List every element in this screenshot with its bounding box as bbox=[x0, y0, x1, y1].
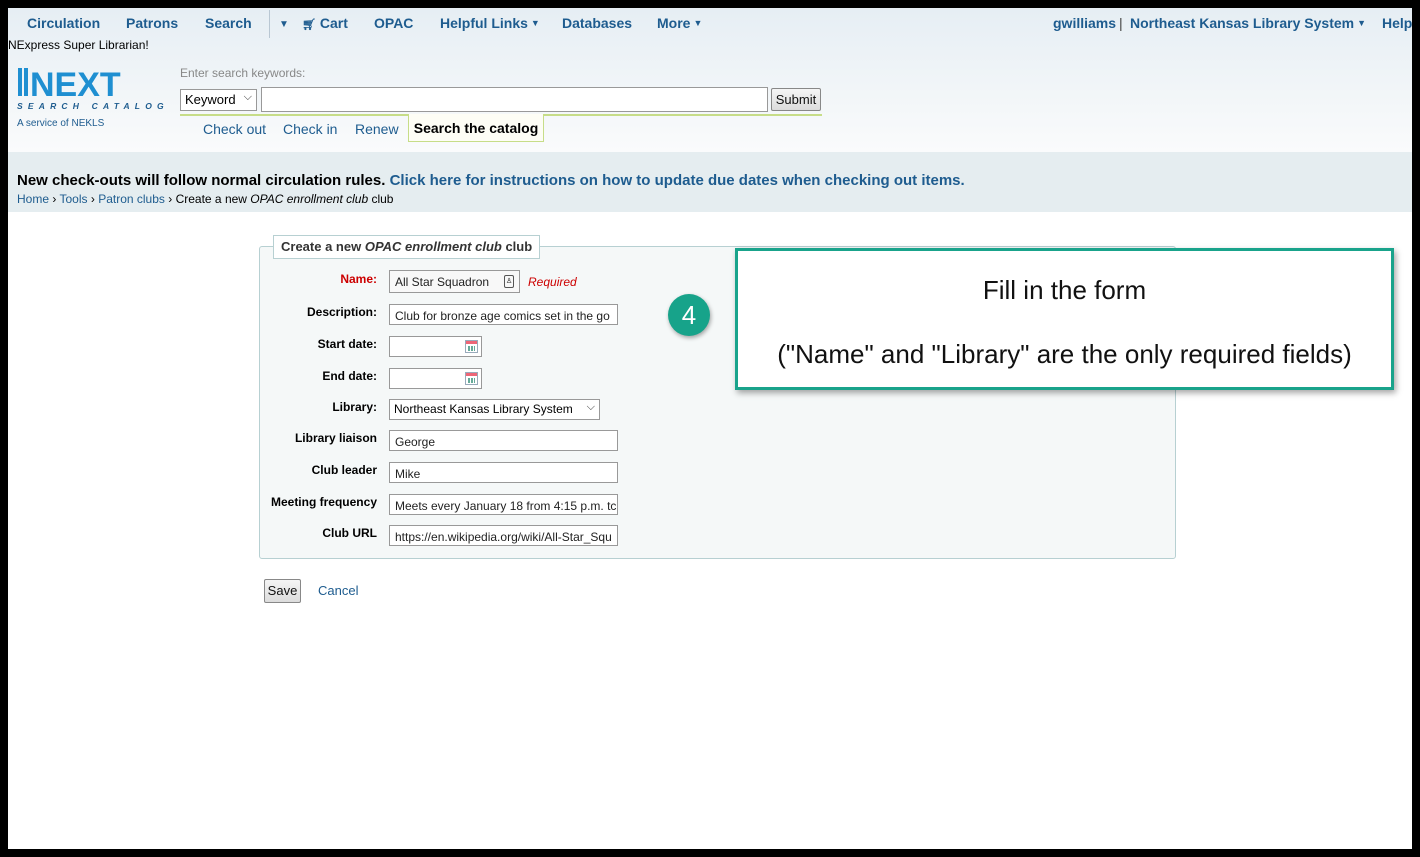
chevron-down-icon: ⌵ bbox=[243, 91, 252, 103]
breadcrumb-patron-clubs[interactable]: Patron clubs bbox=[98, 192, 165, 206]
end-date-field[interactable] bbox=[389, 368, 482, 389]
club-url-label: Club URL bbox=[322, 526, 377, 540]
contact-card-icon: ♙ bbox=[504, 275, 514, 288]
nav-opac[interactable]: OPAC bbox=[374, 15, 413, 31]
callout-detail: ("Name" and "Library" are the only requi… bbox=[777, 339, 1352, 369]
description-field[interactable]: Club for bronze age comics set in the go bbox=[389, 304, 618, 325]
notice-bar: New check-outs will follow normal circul… bbox=[8, 152, 1412, 212]
save-button[interactable]: Save bbox=[264, 579, 301, 603]
nav-user[interactable]: gwilliams bbox=[1053, 15, 1116, 31]
search-type-select[interactable]: Keyword ⌵ bbox=[180, 89, 257, 111]
notice-message: New check-outs will follow normal circul… bbox=[17, 172, 965, 189]
due-date-instructions-link[interactable]: Click here for instructions on how to up… bbox=[390, 172, 965, 189]
chevron-down-icon: ⌵ bbox=[586, 401, 595, 413]
tab-check-in[interactable]: Check in bbox=[283, 121, 337, 137]
liaison-label: Library liaison bbox=[294, 431, 377, 445]
welcome-text: NExpress Super Librarian! bbox=[8, 38, 149, 52]
tab-renew[interactable]: Renew bbox=[355, 121, 399, 137]
instruction-callout: Fill in the form ("Name" and "Library" a… bbox=[735, 248, 1394, 390]
nav-databases[interactable]: Databases bbox=[562, 15, 632, 31]
step-number-badge: 4 bbox=[668, 294, 710, 336]
start-date-label: Start date: bbox=[317, 337, 377, 351]
breadcrumb-home[interactable]: Home bbox=[17, 192, 49, 206]
nav-patrons[interactable]: Patrons bbox=[126, 15, 178, 31]
header: Circulation Patrons Search ▼ 🛒︎ Cart OPA… bbox=[8, 8, 1412, 152]
calendar-icon[interactable] bbox=[465, 372, 478, 385]
nav-helpful-links[interactable]: Helpful Links ▼ bbox=[440, 15, 540, 31]
nav-circulation[interactable]: Circulation bbox=[27, 15, 100, 31]
logo-tagline: SEARCH CATALOG bbox=[17, 101, 168, 111]
start-date-field[interactable] bbox=[389, 336, 482, 357]
name-label: Name: bbox=[340, 272, 377, 286]
club-leader-field[interactable]: Mike bbox=[389, 462, 618, 483]
cancel-link[interactable]: Cancel bbox=[318, 583, 358, 598]
name-field[interactable]: All Star Squadron ♙ bbox=[389, 270, 520, 293]
cart-icon: 🛒︎ bbox=[302, 19, 316, 31]
search-label: Enter search keywords: bbox=[180, 66, 306, 80]
nav-search[interactable]: Search bbox=[205, 15, 252, 31]
calendar-icon[interactable] bbox=[465, 340, 478, 353]
top-nav: Circulation Patrons Search ▼ 🛒︎ Cart OPA… bbox=[8, 8, 1412, 38]
logo-service-text: A service of NEKLS bbox=[17, 118, 105, 129]
search-dropdown-caret-icon[interactable]: ▼ bbox=[279, 19, 289, 30]
nav-user-separator: | bbox=[1119, 15, 1123, 31]
chevron-down-icon: ▼ bbox=[693, 18, 703, 28]
logo-word: NEXT bbox=[30, 66, 121, 104]
meeting-frequency-label: Meeting frequency bbox=[270, 495, 377, 509]
form-title: Create a new OPAC enrollment club club bbox=[273, 235, 541, 259]
tab-check-out[interactable]: Check out bbox=[203, 121, 266, 137]
breadcrumb-tools[interactable]: Tools bbox=[59, 192, 87, 206]
search-bar: Keyword ⌵ Submit bbox=[180, 86, 822, 116]
meeting-frequency-field[interactable]: Meets every January 18 from 4:15 p.m. tc bbox=[389, 494, 618, 515]
chevron-down-icon: ▼ bbox=[530, 18, 540, 28]
description-label: Description: bbox=[306, 305, 377, 319]
search-input[interactable] bbox=[261, 87, 768, 112]
breadcrumb: Home › Tools › Patron clubs › Create a n… bbox=[17, 192, 394, 206]
library-select[interactable]: Northeast Kansas Library System ⌵ bbox=[389, 399, 600, 420]
liaison-field[interactable]: George bbox=[389, 430, 618, 451]
club-url-field[interactable]: https://en.wikipedia.org/wiki/All-Star_S… bbox=[389, 525, 618, 546]
tab-search-catalog[interactable]: Search the catalog bbox=[408, 114, 544, 142]
chevron-down-icon: ▼ bbox=[1357, 18, 1367, 28]
callout-heading: Fill in the form bbox=[982, 275, 1147, 305]
nav-divider bbox=[269, 10, 270, 38]
next-logo[interactable]: NEXT SEARCH CATALOG bbox=[16, 64, 168, 112]
nav-cart[interactable]: 🛒︎ Cart bbox=[302, 15, 348, 31]
required-note: Required bbox=[528, 275, 577, 289]
submit-button[interactable]: Submit bbox=[771, 88, 821, 111]
nav-more[interactable]: More ▼ bbox=[657, 15, 702, 31]
library-label: Library: bbox=[332, 400, 377, 414]
club-leader-label: Club leader bbox=[311, 463, 377, 477]
app-window: Circulation Patrons Search ▼ 🛒︎ Cart OPA… bbox=[8, 8, 1412, 849]
end-date-label: End date: bbox=[322, 369, 377, 383]
nav-library[interactable]: Northeast Kansas Library System ▼ bbox=[1130, 15, 1366, 31]
nav-help[interactable]: Help bbox=[1382, 15, 1412, 31]
breadcrumb-current: Create a new OPAC enrollment club club bbox=[175, 192, 394, 206]
